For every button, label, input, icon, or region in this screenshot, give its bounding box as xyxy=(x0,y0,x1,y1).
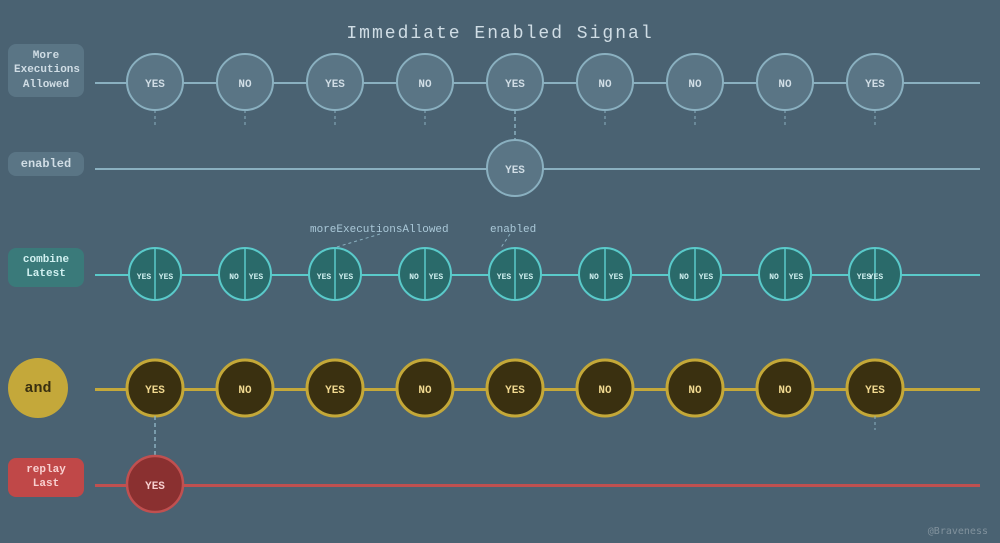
svg-text:YES: YES xyxy=(429,273,444,282)
svg-text:NO: NO xyxy=(688,385,702,397)
label-r1-1: YES xyxy=(145,79,165,91)
svg-text:NO: NO xyxy=(238,385,252,397)
svg-text:YES: YES xyxy=(609,273,624,282)
svg-text:YES: YES xyxy=(865,79,885,91)
svg-text:NO: NO xyxy=(688,79,702,91)
svg-text:YES: YES xyxy=(505,79,525,91)
svg-text:YES: YES xyxy=(519,273,534,282)
svg-text:YES: YES xyxy=(497,273,512,282)
svg-text:NO: NO xyxy=(238,79,252,91)
svg-text:YES: YES xyxy=(137,273,152,282)
svg-text:YES: YES xyxy=(325,79,345,91)
svg-text:YES: YES xyxy=(145,385,165,397)
annotation-enabled: enabled xyxy=(490,224,536,236)
svg-text:NO: NO xyxy=(778,385,792,397)
svg-text:NO: NO xyxy=(229,273,239,282)
svg-text:NO: NO xyxy=(778,79,792,91)
svg-text:NO: NO xyxy=(679,273,689,282)
watermark: @Braveness xyxy=(928,526,988,537)
svg-text:YES: YES xyxy=(789,273,804,282)
main-svg: YES NO YES NO YES NO NO NO YES YES mor xyxy=(0,0,1000,543)
svg-text:YES: YES xyxy=(505,165,525,177)
svg-text:YES: YES xyxy=(339,273,354,282)
svg-text:YES: YES xyxy=(325,385,345,397)
svg-text:YES: YES xyxy=(505,385,525,397)
svg-text:YES: YES xyxy=(317,273,332,282)
svg-text:NO: NO xyxy=(409,273,419,282)
diagram: Immediate Enabled Signal More Executions… xyxy=(0,0,1000,543)
svg-text:YES: YES xyxy=(865,385,885,397)
svg-text:YES: YES xyxy=(159,273,174,282)
svg-text:NO: NO xyxy=(598,385,612,397)
svg-text:YES: YES xyxy=(249,273,264,282)
svg-text:NO: NO xyxy=(418,79,432,91)
svg-text:YES: YES xyxy=(869,273,884,282)
svg-text:NO: NO xyxy=(769,273,779,282)
svg-text:NO: NO xyxy=(598,79,612,91)
svg-text:YES: YES xyxy=(699,273,714,282)
svg-text:NO: NO xyxy=(589,273,599,282)
svg-text:YES: YES xyxy=(145,481,165,493)
svg-text:NO: NO xyxy=(418,385,432,397)
